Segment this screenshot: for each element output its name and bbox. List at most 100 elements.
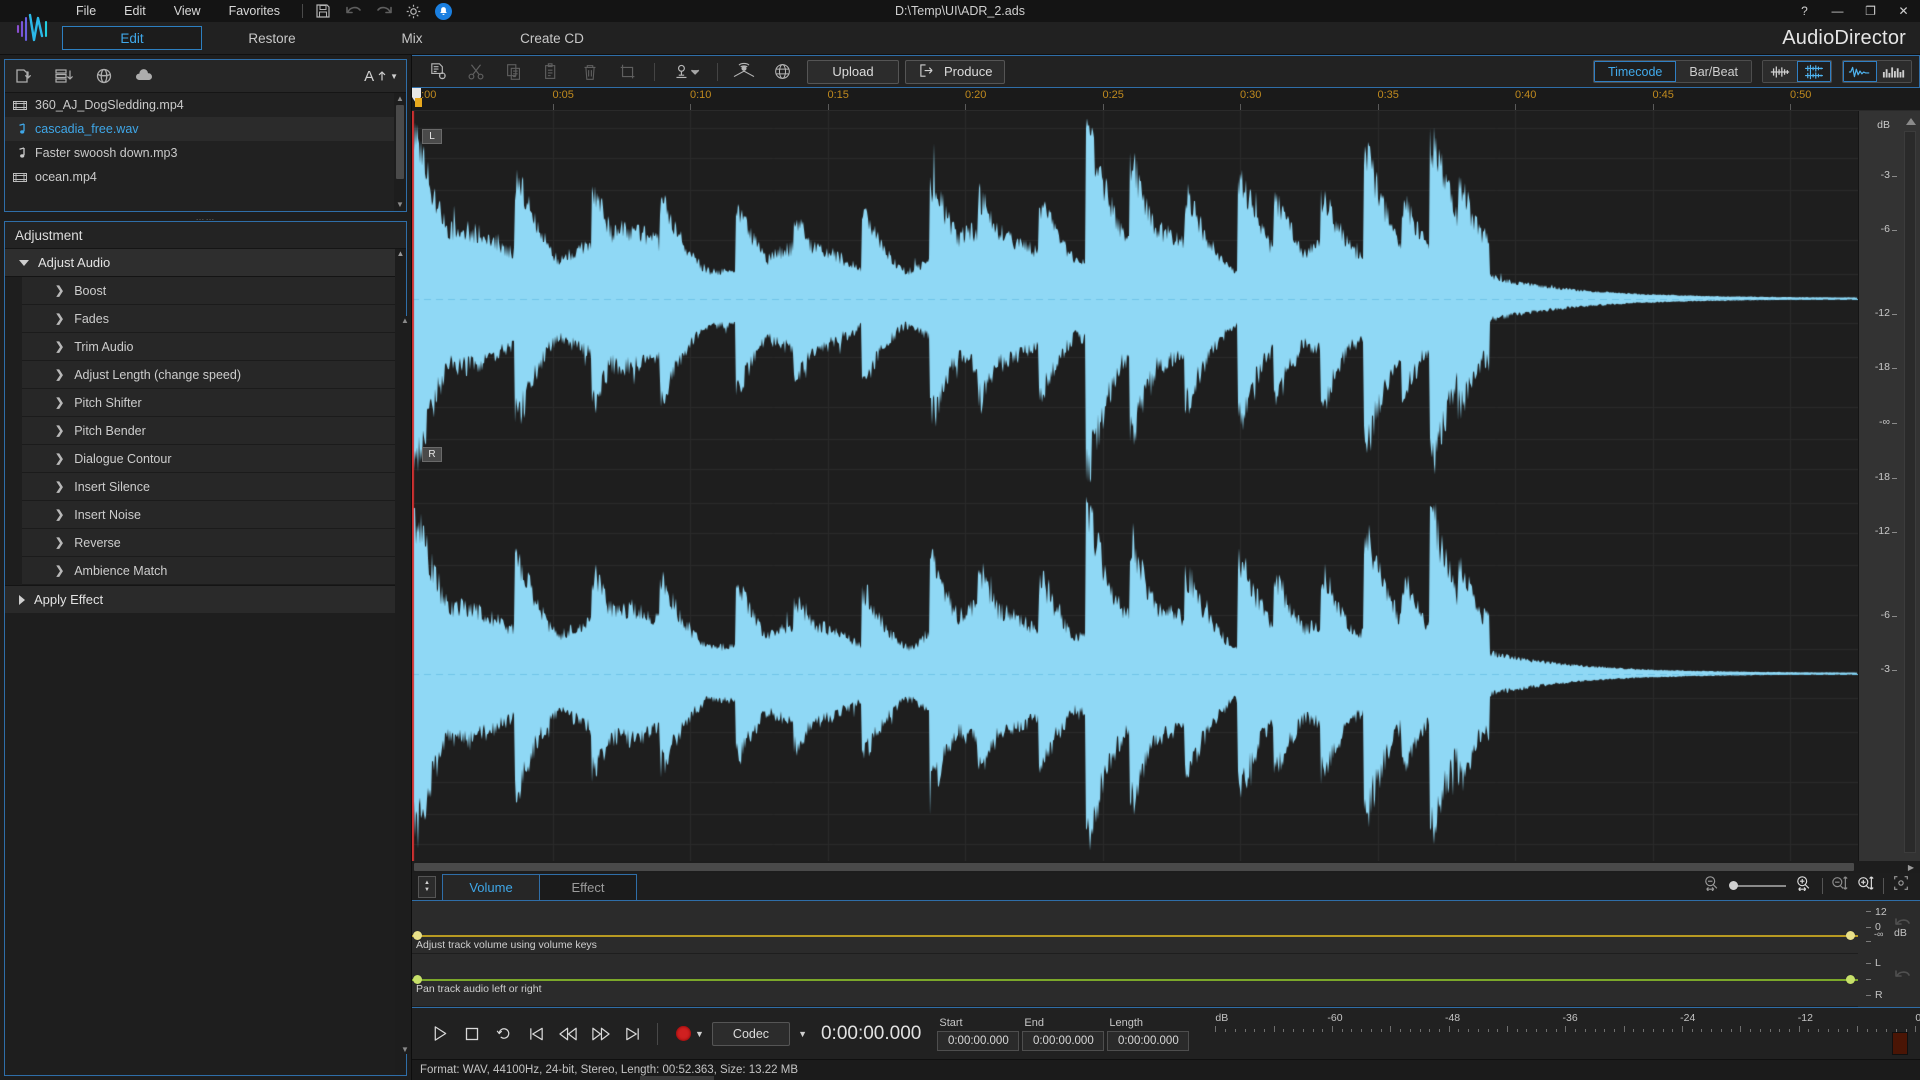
panel-resize-handle[interactable]: …… — [0, 212, 411, 221]
list-item[interactable]: Faster swoosh down.mp3 — [5, 141, 406, 165]
zoom-slider[interactable] — [1730, 885, 1786, 887]
cut-icon[interactable] — [457, 59, 495, 84]
tab-restore[interactable]: Restore — [202, 26, 342, 50]
adjust-item-dialogue-contour[interactable]: ❯ Dialogue Contour — [22, 445, 398, 473]
file-list-scrollbar[interactable]: ▲ ▼ — [394, 93, 406, 211]
envelope-lane-pan[interactable]: Pan track audio left or right — [412, 954, 1858, 1007]
adjust-item-reverse[interactable]: ❯ Reverse — [22, 529, 398, 557]
end-value[interactable]: 0:00:00.000 — [1022, 1031, 1104, 1051]
waveform-canvas[interactable]: L R — [412, 111, 1858, 861]
scroll-down-icon[interactable]: ▼ — [396, 199, 404, 211]
tab-effect[interactable]: Effect — [539, 874, 637, 900]
adjust-item-insert-silence[interactable]: ❯ Insert Silence — [22, 473, 398, 501]
adjust-item-insert-noise[interactable]: ❯ Insert Noise — [22, 501, 398, 529]
start-value[interactable]: 0:00:00.000 — [937, 1031, 1019, 1051]
scroll-down-icon[interactable]: ▼ — [401, 1045, 409, 1054]
reset-pan-icon[interactable] — [1893, 967, 1913, 990]
menu-view[interactable]: View — [160, 1, 215, 21]
envelope-lane-volume[interactable]: Adjust track volume using volume keys — [412, 901, 1858, 954]
channel-label-right[interactable]: R — [422, 447, 442, 462]
scroll-right-icon[interactable]: ▶ — [1908, 863, 1914, 872]
minimize-button[interactable]: — — [1821, 0, 1854, 22]
tab-create-cd[interactable]: Create CD — [482, 26, 622, 50]
tab-volume[interactable]: Volume — [442, 874, 540, 900]
ambient-noise-icon[interactable] — [725, 59, 763, 84]
zoom-out-vertical-icon[interactable] — [1831, 875, 1849, 897]
scrollbar-thumb[interactable] — [414, 863, 1854, 871]
crop-icon[interactable] — [609, 59, 647, 84]
left-panel-scrollbar[interactable]: ▲ ▼ — [399, 316, 411, 1054]
waveform-stereo-icon[interactable] — [1797, 61, 1831, 82]
list-item[interactable]: 360_AJ_DogSledding.mp4 — [5, 93, 406, 117]
sort-button[interactable]: A ▼ — [364, 68, 398, 85]
meter-clip-indicator[interactable] — [1892, 1032, 1908, 1055]
reset-volume-icon[interactable] — [1893, 915, 1913, 938]
menu-favorites[interactable]: Favorites — [215, 1, 294, 21]
waveform-view-icon[interactable] — [1843, 61, 1877, 82]
volume-envelope-line[interactable] — [412, 935, 1858, 937]
notification-bell-icon[interactable] — [435, 3, 452, 20]
tab-edit[interactable]: Edit — [62, 26, 202, 50]
list-item[interactable]: cascadia_free.wav — [5, 117, 406, 141]
loop-icon[interactable] — [488, 1018, 520, 1050]
scroll-up-icon[interactable] — [1906, 118, 1916, 125]
fast-forward-icon[interactable] — [584, 1018, 616, 1050]
save-icon[interactable] — [315, 3, 331, 19]
pan-envelope-line[interactable] — [412, 979, 1858, 981]
adjust-item-trim-audio[interactable]: ❯ Trim Audio — [22, 333, 398, 361]
skip-start-icon[interactable] — [520, 1018, 552, 1050]
codec-button[interactable]: Codec — [712, 1022, 790, 1046]
adjust-item-adjust-length[interactable]: ❯ Adjust Length (change speed) — [22, 361, 398, 389]
scrollbar-thumb[interactable] — [396, 105, 404, 179]
horizontal-scrollbar[interactable]: ▶ — [412, 861, 1920, 873]
record-dropdown-icon[interactable]: ▼ — [695, 1029, 704, 1039]
web-globe-icon[interactable] — [763, 59, 801, 84]
skip-end-icon[interactable] — [616, 1018, 648, 1050]
file-properties-icon[interactable] — [419, 59, 457, 84]
file-list[interactable]: 360_AJ_DogSledding.mp4 cascadia_free.wav… — [5, 93, 406, 211]
undo-icon[interactable] — [345, 3, 361, 19]
record-360-icon[interactable] — [93, 66, 115, 86]
import-media-icon[interactable] — [13, 66, 35, 86]
tab-mix[interactable]: Mix — [342, 26, 482, 50]
keyframe-end[interactable] — [1846, 931, 1855, 940]
close-button[interactable]: ✕ — [1887, 0, 1920, 22]
spectral-view-icon[interactable] — [1877, 61, 1911, 82]
adjust-item-boost[interactable]: ❯ Boost — [22, 277, 398, 305]
adjust-item-pitch-bender[interactable]: ❯ Pitch Bender — [22, 417, 398, 445]
keyframe-end[interactable] — [1846, 975, 1855, 984]
scroll-up-icon[interactable]: ▲ — [396, 93, 404, 105]
channel-label-left[interactable]: L — [422, 129, 442, 144]
list-item[interactable]: ocean.mp4 — [5, 165, 406, 189]
timecode-button[interactable]: Timecode — [1594, 61, 1676, 82]
paste-icon[interactable] — [533, 59, 571, 84]
barbeat-button[interactable]: Bar/Beat — [1676, 61, 1751, 82]
adjust-audio-group[interactable]: Adjust Audio — [5, 249, 406, 277]
fit-to-window-icon[interactable] — [1892, 874, 1910, 897]
menu-edit[interactable]: Edit — [110, 1, 160, 21]
envelope-collapse-button[interactable]: ▲ ▼ — [418, 876, 436, 898]
cloud-download-icon[interactable] — [133, 66, 155, 86]
menu-file[interactable]: File — [62, 1, 110, 21]
zoom-in-vertical-icon[interactable] — [1857, 875, 1875, 897]
adjust-item-fades[interactable]: ❯ Fades — [22, 305, 398, 333]
length-value[interactable]: 0:00:00.000 — [1107, 1031, 1189, 1051]
codec-dropdown-icon[interactable]: ▼ — [798, 1029, 807, 1039]
waveform-mono-icon[interactable] — [1763, 61, 1797, 82]
vertical-zoom-scrollbar[interactable] — [1904, 131, 1916, 853]
delete-icon[interactable] — [571, 59, 609, 84]
rewind-icon[interactable] — [552, 1018, 584, 1050]
produce-button[interactable]: Produce — [905, 60, 1005, 84]
copy-icon[interactable] — [495, 59, 533, 84]
maximize-button[interactable]: ❐ — [1854, 0, 1887, 22]
scroll-up-icon[interactable]: ▲ — [395, 249, 406, 258]
upload-button[interactable]: Upload — [807, 60, 899, 84]
timeline-ruler[interactable]: 0:000:050:100:150:200:250:300:350:400:45… — [412, 88, 1920, 111]
playhead-marker[interactable] — [412, 88, 426, 110]
gear-icon[interactable] — [405, 3, 421, 19]
zoom-out-horizontal-icon[interactable] — [1702, 875, 1722, 896]
batch-import-icon[interactable] — [53, 66, 75, 86]
apply-effect-group[interactable]: Apply Effect — [5, 585, 406, 613]
zoom-in-horizontal-icon[interactable] — [1794, 875, 1814, 896]
redo-icon[interactable] — [375, 3, 391, 19]
